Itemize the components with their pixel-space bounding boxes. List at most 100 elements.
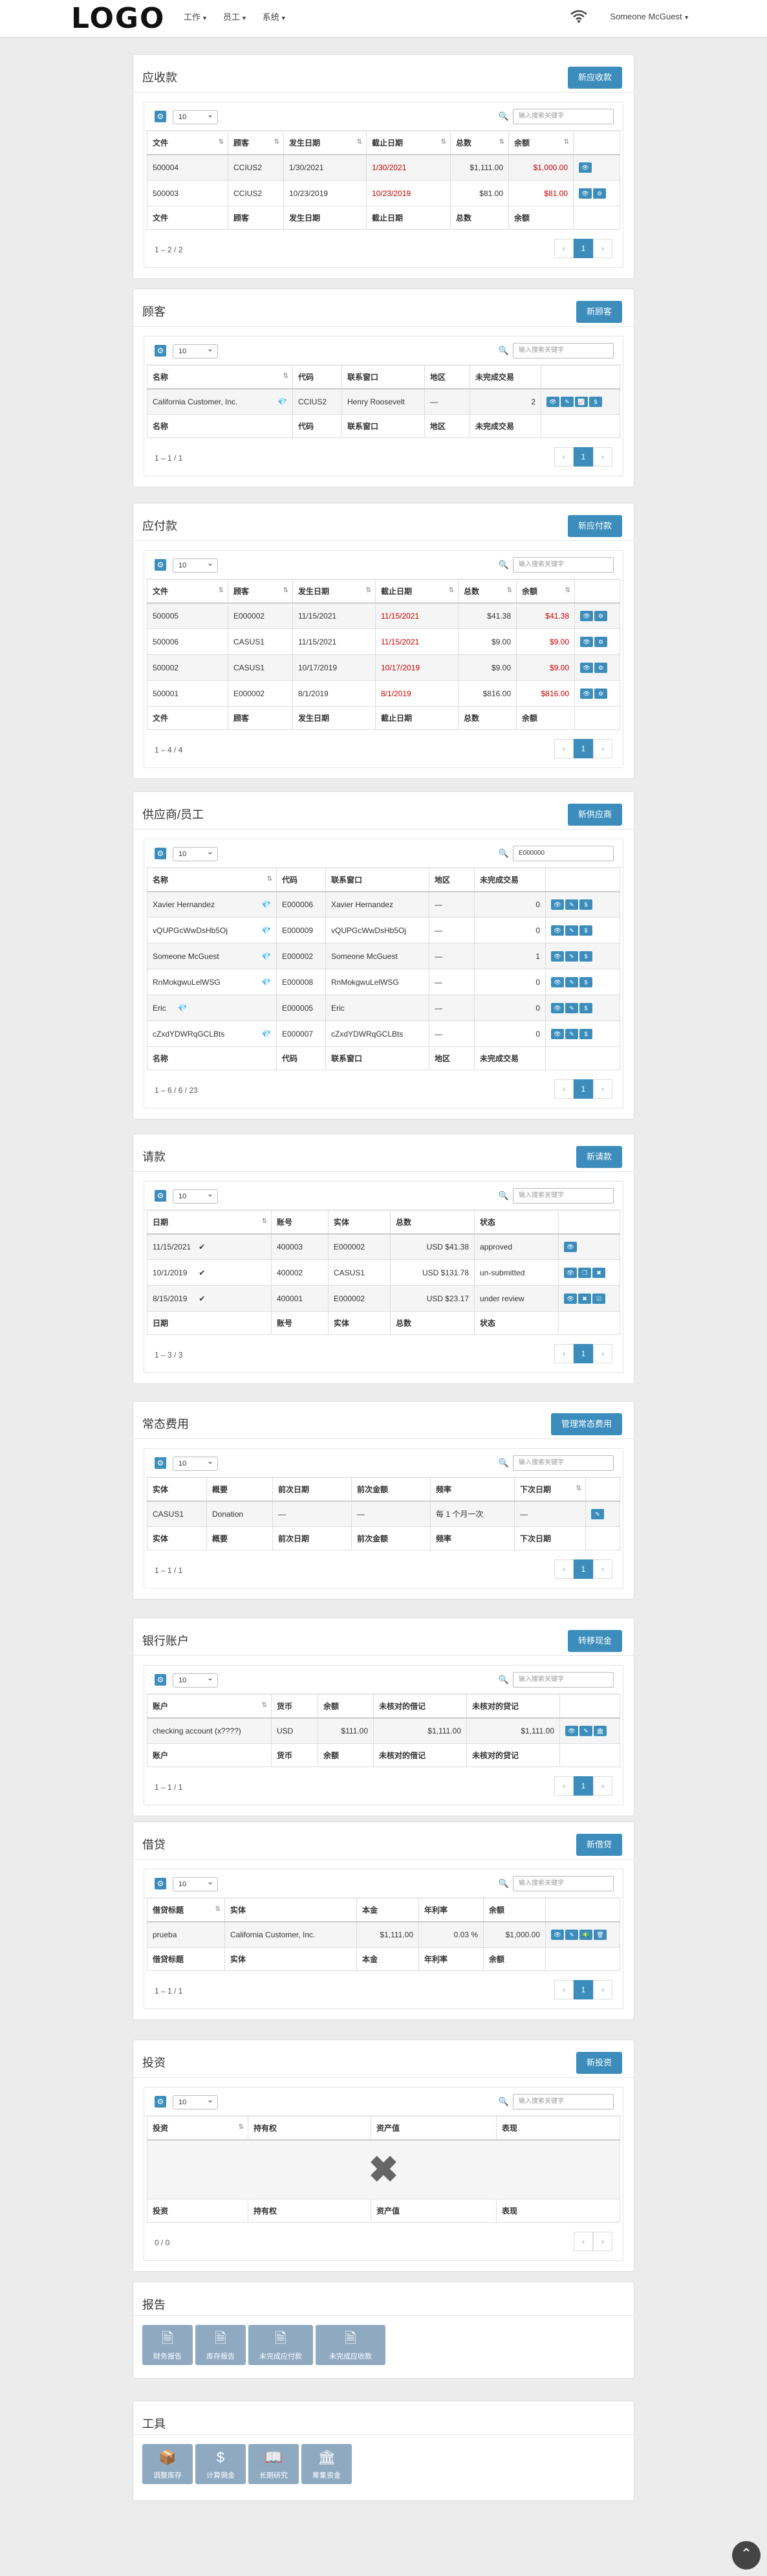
col-header[interactable]: 发生日期 ⇅ <box>283 131 367 155</box>
view-icon[interactable]: 👁 <box>579 188 592 199</box>
col-header[interactable]: 前次日期 <box>272 1477 352 1502</box>
col-header[interactable]: 投资 ⇅ <box>147 2116 248 2141</box>
next-page[interactable]: › <box>593 447 612 467</box>
col-header[interactable]: 前次金额 <box>351 1477 431 1502</box>
edit-icon[interactable]: ✎ <box>561 396 574 407</box>
gear-icon[interactable]: ⚙ <box>155 2096 166 2108</box>
page-size-select[interactable]: 10 <box>173 108 218 124</box>
col-header[interactable]: 账户 ⇅ <box>147 1694 272 1719</box>
financial-report-tile[interactable]: 🗎 财务报告 <box>142 2325 193 2365</box>
col-header[interactable]: 日期 ⇅ <box>147 1210 272 1235</box>
prev-page[interactable]: ‹ <box>554 1079 574 1099</box>
edit-icon[interactable]: ✎ <box>565 1929 578 1940</box>
table-row[interactable]: 500005 E000002 11/15/2021 11/15/2021 $41.38 $… <box>147 602 620 629</box>
col-header[interactable]: 截止日期 ⇅ <box>366 131 451 155</box>
col-header[interactable]: 账号 <box>271 1210 329 1235</box>
edit-icon[interactable]: ✎ <box>565 976 578 987</box>
page-size-select[interactable]: 10 <box>173 1671 218 1688</box>
search-input[interactable]: 输入搜索关键字 <box>513 1876 614 1891</box>
table-row[interactable]: vQUPGcWwDsHb5Oj 💎 E000009 vQUPGcWwDsHb5Oj —0… <box>147 917 620 943</box>
view-icon[interactable]: 👁 <box>564 1267 577 1278</box>
edit-icon[interactable]: ✎ <box>579 1725 592 1736</box>
next-page[interactable]: › <box>593 1980 612 1999</box>
table-row[interactable]: 10/1/2019 ✔ 400002 CASUS1 USD $131.78 un-subm… <box>147 1259 620 1286</box>
current-page[interactable]: 1 <box>574 447 593 467</box>
col-header[interactable]: 未完成交易 <box>470 365 541 390</box>
table-row[interactable]: prueba California Customer, Inc. $1,111.00… <box>147 1921 620 1948</box>
col-header[interactable]: 余额 <box>318 1694 374 1719</box>
prev-page[interactable]: ‹ <box>554 739 574 758</box>
search-input[interactable]: 输入搜索关键字 <box>513 2094 614 2109</box>
table-row[interactable]: 500001 E000002 8/1/2019 8/1/2019 $816.00 $816… <box>147 680 620 707</box>
page-size-select[interactable]: 10 <box>173 342 218 358</box>
col-header[interactable]: 文件 ⇅ <box>147 131 228 155</box>
col-header[interactable]: 状态 <box>474 1210 559 1235</box>
table-row[interactable]: California Customer, Inc. 💎 CCIUS2 Henry Ro… <box>147 388 620 415</box>
gear-icon[interactable]: ⚙ <box>155 848 166 859</box>
col-header[interactable]: 代码 <box>292 365 342 390</box>
nav-system[interactable]: 系统 ▼ <box>263 10 286 23</box>
search-input[interactable]: 输入搜索关键字 <box>513 557 614 573</box>
calculate-commission-tile[interactable]: $ 计算佣金 <box>195 2444 246 2484</box>
table-row[interactable]: 11/15/2021 ✔ 400003 E000002 USD $41.38 approv… <box>147 1233 620 1260</box>
search-input[interactable]: 输入搜索关键字 <box>513 1455 614 1471</box>
new-investment-button[interactable]: 新投资 <box>576 2052 622 2074</box>
table-row[interactable]: Someone McGuest 💎 E000002 Someone McGuest —1… <box>147 943 620 969</box>
col-header[interactable]: 发生日期 ⇅ <box>292 579 376 604</box>
money-icon[interactable]: 💵 <box>579 1929 592 1940</box>
col-header[interactable]: 货币 <box>271 1694 318 1719</box>
edit-icon[interactable]: ✎ <box>565 899 578 910</box>
new-vendor-button[interactable]: 新供应商 <box>567 804 622 826</box>
dollar-icon[interactable]: $ <box>579 1002 592 1013</box>
bank-icon[interactable]: 🏛 <box>594 1725 607 1736</box>
table-row[interactable]: RnMokgwuLelWSG 💎 E000008 RnMokgwuLelWSG —0 👁 ✎… <box>147 969 620 995</box>
prev-page[interactable]: ‹ <box>554 1559 574 1579</box>
view-icon[interactable]: 👁 <box>551 899 564 910</box>
settings-icon[interactable]: ⚙ <box>594 688 607 699</box>
next-page[interactable]: › <box>593 1559 612 1579</box>
prev-page[interactable]: ‹ <box>554 1344 574 1363</box>
table-row[interactable]: 500004 CCIUS2 1/30/2021 1/30/2021 $1,111.00 $… <box>147 154 620 181</box>
edit-icon[interactable]: ✎ <box>565 1002 578 1013</box>
prev-page[interactable]: ‹ <box>554 447 574 467</box>
col-header[interactable]: 实体 <box>147 1477 207 1502</box>
table-row[interactable]: Eric 💎 E000005 Eric —0 👁 ✎ $ <box>147 995 620 1021</box>
dollar-icon[interactable]: $ <box>579 1028 592 1039</box>
col-header[interactable]: 表现 <box>496 2116 620 2141</box>
edit-icon[interactable]: ✎ <box>565 925 578 936</box>
gear-icon[interactable]: ⚙ <box>155 559 166 571</box>
settings-icon[interactable]: ⚙ <box>594 636 607 647</box>
search-input[interactable]: 输入搜索关键字 <box>513 1188 614 1204</box>
table-row[interactable]: cZxdYDWRqGCLBts 💎 E000007 cZxdYDWRqGCLBts —0… <box>147 1020 620 1047</box>
col-header[interactable]: 未完成交易 <box>474 868 546 892</box>
next-page[interactable]: › <box>593 2231 612 2251</box>
col-header[interactable]: 频率 <box>430 1477 515 1502</box>
col-header[interactable]: 实体 <box>328 1210 391 1235</box>
table-row[interactable]: CASUS1 Donation — — 每 1 个月一次 — ✎ <box>147 1501 620 1527</box>
view-icon[interactable]: 👁 <box>551 1028 564 1039</box>
next-page[interactable]: › <box>593 239 612 258</box>
gear-icon[interactable]: ⚙ <box>155 1457 166 1469</box>
edit-icon[interactable]: ✎ <box>565 951 578 962</box>
next-page[interactable]: › <box>593 1776 612 1796</box>
col-header[interactable]: 顾客 ⇅ <box>228 579 293 604</box>
nav-work[interactable]: 工作 ▼ <box>184 10 208 23</box>
gear-icon[interactable]: ⚙ <box>155 1878 166 1889</box>
page-size-select[interactable]: 10 <box>173 556 218 573</box>
view-icon[interactable]: 👁 <box>580 688 593 699</box>
col-header[interactable]: 截止日期 ⇅ <box>375 579 459 604</box>
inventory-report-tile[interactable]: 🗎 库存报告 <box>195 2325 246 2365</box>
col-header[interactable]: 名称 ⇅ <box>147 365 293 390</box>
page-size-select[interactable]: 10 <box>173 2093 218 2109</box>
page-size-select[interactable]: 10 <box>173 1875 218 1891</box>
col-header[interactable]: 总数 <box>390 1210 475 1235</box>
edit-icon[interactable]: ✎ <box>591 1508 604 1519</box>
view-icon[interactable]: 👁 <box>580 636 593 647</box>
col-header[interactable]: 名称 ⇅ <box>147 868 277 892</box>
view-icon[interactable]: 👁 <box>579 162 592 173</box>
delete-icon[interactable]: ✖ <box>578 1293 591 1304</box>
table-row[interactable]: 500003 CCIUS2 10/23/2019 10/23/2019 $81.00 $8… <box>147 180 620 206</box>
scroll-top-button[interactable]: ⌃ <box>732 2541 761 2570</box>
col-header[interactable]: 地区 <box>429 868 475 892</box>
current-page[interactable]: 1 <box>574 1079 593 1099</box>
